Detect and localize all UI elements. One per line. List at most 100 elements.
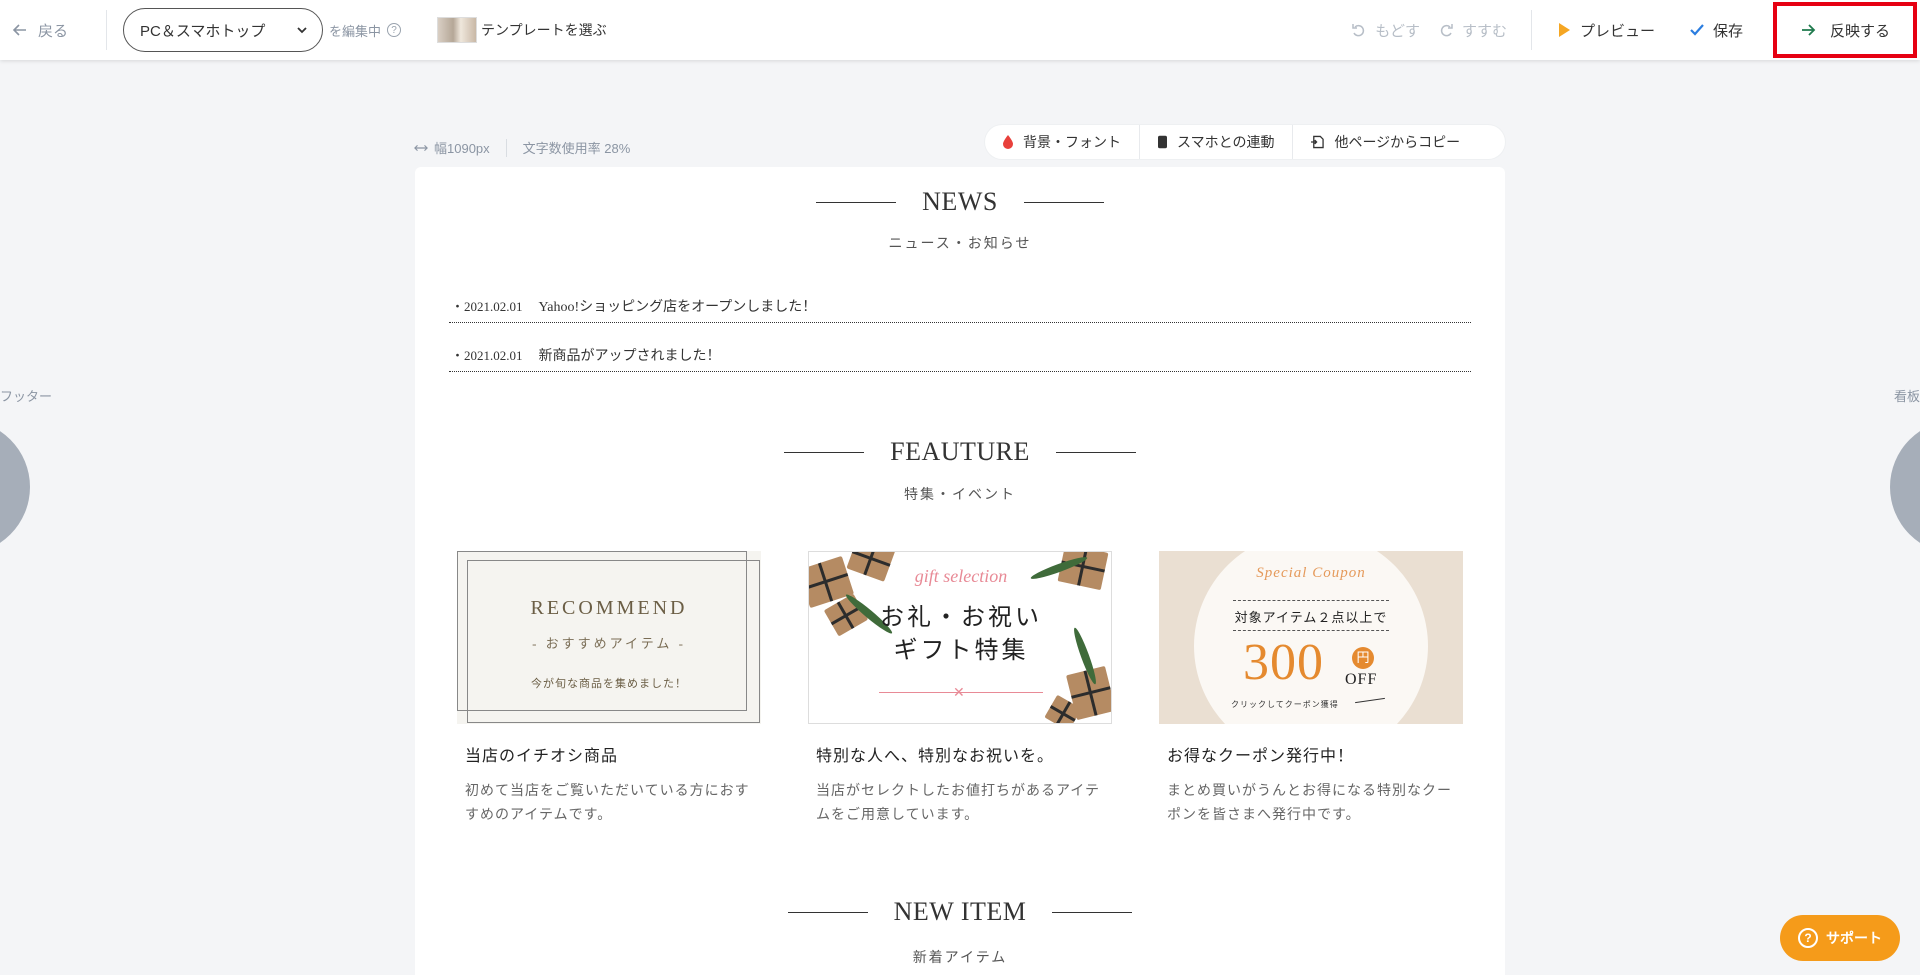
news-date: ・2021.02.01 (451, 299, 523, 314)
arrow-right-icon (1801, 24, 1816, 36)
redo-label: すすむ (1461, 22, 1507, 40)
template-thumbnail (437, 17, 478, 43)
title-line (816, 201, 897, 203)
coupon-price: 300 (1243, 634, 1324, 691)
support-label: サポート (1826, 930, 1882, 946)
editing-label: を編集中 ? (329, 21, 402, 40)
header-side-label: 看板 (1894, 389, 1920, 404)
arrow-left-icon (12, 24, 26, 36)
support-button[interactable]: ? サポート (1780, 915, 1900, 961)
header-side-button[interactable] (1890, 420, 1920, 554)
top-bar: 戻る PC＆スマホトップ を編集中 ? テンプレートを選ぶ もどす すすむ プレ… (0, 0, 1920, 60)
bg-font-label: 背景・フォント (1023, 134, 1121, 150)
card-description: まとめ買いがうんとお得になる特別なクーポンを皆さまへ発行中です。 (1167, 784, 1452, 823)
title-line (784, 451, 865, 453)
news-item[interactable]: ・2021.02.01 Yahoo!ショッピング店をオープンしました！ (449, 289, 1471, 323)
feature-title-text: FEAUTURE (890, 437, 1030, 466)
reflect-button[interactable]: 反映する (1773, 2, 1917, 58)
newitem-subtitle: 新着アイテム (912, 951, 1008, 966)
page-canvas[interactable]: NEWS ニュース・お知らせ ・2021.02.01 Yahoo!ショッピング店… (415, 167, 1505, 975)
save-label: 保存 (1712, 22, 1743, 40)
card-description: 初めて当店をご覧いただいている方におすすめのアイテムです。 (465, 784, 750, 823)
usage-label: 文字数使用率 28% (522, 141, 631, 156)
redo-icon (1440, 24, 1453, 37)
news-title-text: NEWS (922, 187, 998, 216)
news-text: 新商品がアップされました！ (538, 348, 721, 364)
width-label: 幅1090px (434, 141, 490, 156)
feature-subtitle: 特集・イベント (904, 488, 1016, 503)
footer-side-label: フッター (0, 389, 53, 404)
feature-card[interactable]: RECOMMEND - おすすめアイテム - 今が旬な商品を集めました！ 当店の… (457, 551, 761, 828)
feature-card[interactable]: Special Coupon 対象アイテム２点以上で 300 円 OFF クリッ… (1159, 551, 1463, 828)
width-arrows-icon (414, 144, 428, 151)
canvas-toolbar: 背景・フォント スマホとの連動 他ページからコピー (985, 125, 1505, 159)
preview-label: プレビュー (1579, 22, 1655, 40)
page-select-value: PC＆スマホトップ (140, 22, 266, 40)
title-line (1052, 911, 1133, 913)
card-description: 当店がセレクトしたお値打ちがあるアイテムをご用意しています。 (816, 784, 1101, 823)
title-line (787, 911, 868, 913)
undo-label: もどす (1375, 22, 1420, 40)
title-line (1055, 451, 1136, 453)
recommend-banner[interactable]: RECOMMEND - おすすめアイテム - 今が旬な商品を集めました！ (457, 551, 761, 724)
news-item[interactable]: ・2021.02.01 新商品がアップされました！ (449, 338, 1471, 372)
check-icon (1690, 24, 1704, 36)
news-subtitle: ニュース・お知らせ (888, 237, 1032, 252)
bg-font-button[interactable]: 背景・フォント (985, 125, 1139, 159)
news-title: NEWS (415, 187, 1505, 217)
phone-link-button[interactable]: スマホとの連動 (1139, 125, 1292, 159)
template-label: テンプレートを選ぶ (481, 22, 607, 38)
news-date: ・2021.02.01 (451, 348, 523, 363)
feature-card[interactable]: gift selection お礼・お祝い ギフト特集 ✕ 特別な人へ、特別なお… (808, 551, 1112, 828)
page-select[interactable]: PC＆スマホトップ (123, 8, 323, 52)
banner-heading: お礼・お祝い ギフト特集 (809, 602, 1111, 668)
drop-icon (1003, 135, 1013, 149)
divider (106, 10, 107, 50)
back-label: 戻る (38, 22, 69, 40)
footer-side-button[interactable] (0, 420, 30, 554)
redo-button[interactable]: すすむ (1438, 20, 1507, 41)
card-title: 特別な人へ、特別なお祝いを。 (816, 748, 1055, 765)
gift-banner[interactable]: gift selection お礼・お祝い ギフト特集 ✕ (808, 551, 1112, 724)
bow-icon: ✕ (953, 686, 965, 701)
dash-line (1233, 600, 1389, 601)
coupon-off: OFF (1345, 671, 1378, 688)
back-button[interactable]: 戻る (0, 20, 106, 41)
banner-script-text: Special Coupon (1256, 565, 1366, 581)
play-icon (1558, 23, 1570, 37)
divider (505, 138, 507, 157)
editing-text: を編集中 (329, 23, 382, 39)
card-title: 当店のイチオシ商品 (465, 748, 619, 765)
newitem-title-text: NEW ITEM (893, 897, 1027, 926)
phone-link-label: スマホとの連動 (1177, 134, 1275, 150)
coupon-condition: 対象アイテム２点以上で (1234, 610, 1388, 625)
phone-icon (1158, 135, 1167, 149)
yen-badge: 円 (1352, 647, 1374, 669)
coupon-banner[interactable]: Special Coupon 対象アイテム２点以上で 300 円 OFF クリッ… (1159, 551, 1463, 724)
copy-label: 他ページからコピー (1334, 134, 1461, 150)
newitem-title: NEW ITEM (415, 897, 1505, 927)
help-icon[interactable]: ? (387, 23, 402, 37)
banner-line: ギフト特集 (893, 638, 1029, 664)
divider (1530, 10, 1532, 50)
question-icon: ? (1798, 928, 1818, 948)
title-line (1023, 201, 1104, 203)
card-title: お得なクーポン発行中！ (1167, 748, 1355, 765)
banner-script-text: gift selection (914, 566, 1008, 586)
reflect-label: 反映する (1829, 22, 1890, 40)
save-button[interactable]: 保存 (1689, 20, 1743, 41)
preview-button[interactable]: プレビュー (1556, 20, 1655, 41)
template-button[interactable]: テンプレートを選ぶ (437, 17, 607, 43)
copy-button[interactable]: 他ページからコピー (1292, 125, 1478, 159)
feature-title: FEAUTURE (415, 437, 1505, 467)
banner-subheading: - おすすめアイテム - (532, 636, 686, 651)
banner-heading: RECOMMEND (530, 597, 688, 619)
news-text: Yahoo!ショッピング店をオープンしました！ (538, 299, 817, 315)
chevron-down-icon (297, 27, 307, 34)
canvas-info: 幅1090px 文字数使用率 28% (414, 138, 630, 157)
banner-note: 今が旬な商品を集めました！ (531, 678, 687, 690)
undo-icon (1352, 24, 1365, 37)
dash-line (1233, 630, 1389, 631)
undo-button[interactable]: もどす (1351, 20, 1420, 41)
banner-line: お礼・お祝い (880, 605, 1042, 631)
